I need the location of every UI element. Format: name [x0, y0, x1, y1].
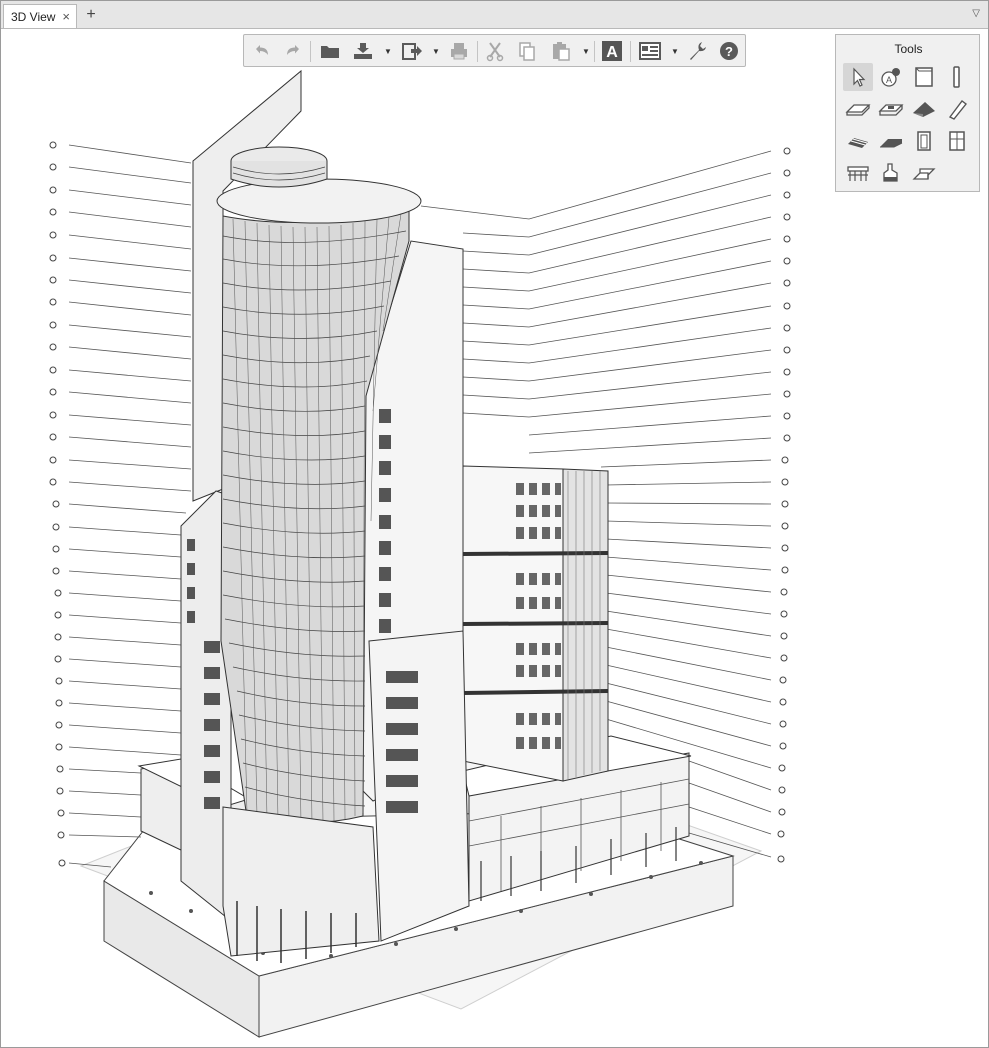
import-button[interactable] [350, 38, 376, 64]
layout-icon [639, 42, 661, 60]
column-tool[interactable] [942, 63, 972, 91]
level-lines-left [68, 144, 192, 868]
annotate-tool[interactable]: A [876, 63, 906, 91]
object-icon [883, 163, 898, 182]
roof-icon [913, 102, 935, 117]
roof-tool[interactable] [909, 95, 939, 123]
undo-icon [256, 45, 268, 55]
paste-dropdown[interactable]: ▼ [582, 47, 590, 56]
wall-tool[interactable] [909, 63, 939, 91]
import-icon [354, 43, 372, 59]
redo-button[interactable] [280, 38, 306, 64]
window-tool[interactable] [942, 127, 972, 155]
cut-button[interactable] [482, 38, 508, 64]
annotate-icon: A [881, 68, 900, 87]
export-icon [402, 43, 422, 60]
toolbar-separator [477, 41, 478, 62]
tab-label: 3D View [11, 9, 56, 24]
wall-icon [915, 67, 933, 87]
object-tool[interactable] [876, 159, 906, 187]
shell-tool[interactable] [909, 159, 939, 187]
print-icon [451, 43, 467, 60]
redo-icon [287, 45, 299, 55]
tools-panel: Tools A [835, 34, 980, 192]
undo-button[interactable] [249, 38, 275, 64]
tab-bar: 3D View × + ▽ [1, 1, 988, 29]
select-tool[interactable] [843, 63, 873, 91]
paste-button[interactable] [548, 38, 574, 64]
railing-icon [948, 100, 967, 120]
toolbar-separator [594, 41, 595, 62]
curtain-wall-icon [847, 166, 869, 181]
import-dropdown[interactable]: ▼ [384, 47, 392, 56]
tab-menu-icon[interactable]: ▽ [972, 8, 980, 19]
slab-icon [845, 104, 871, 116]
svg-text:A: A [606, 44, 618, 61]
beam-icon [878, 104, 904, 116]
paste-icon [553, 42, 570, 61]
layout-button[interactable] [637, 38, 663, 64]
main-toolbar: ▼ ▼ ▼ A ▼ ? [243, 34, 746, 67]
svg-text:A: A [886, 75, 892, 85]
toolbar-separator [310, 41, 311, 62]
select-icon [853, 67, 866, 87]
settings-icon [690, 42, 706, 60]
beam-tool[interactable] [876, 95, 906, 123]
print-button[interactable] [446, 38, 472, 64]
svg-text:?: ? [725, 44, 733, 59]
help-icon: ? [720, 42, 738, 60]
copy-button[interactable] [514, 38, 540, 64]
railing-tool[interactable] [942, 95, 972, 123]
window-icon [949, 131, 965, 151]
open-button[interactable] [317, 38, 343, 64]
tab-3d-view[interactable]: 3D View × [3, 4, 77, 28]
cut-icon [486, 42, 504, 62]
settings-button[interactable] [684, 38, 710, 64]
toolbar-separator [630, 41, 631, 62]
slab-tool[interactable] [843, 95, 873, 123]
export-button[interactable] [399, 38, 425, 64]
shell-icon [912, 168, 936, 180]
column-icon [953, 66, 960, 88]
text-icon: A [602, 41, 622, 61]
tools-panel-title: Tools [894, 42, 923, 56]
open-icon [321, 46, 339, 58]
door-icon [917, 131, 931, 151]
add-tab-button[interactable]: + [82, 5, 100, 25]
export-dropdown[interactable]: ▼ [432, 47, 440, 56]
ramp-tool[interactable] [876, 127, 906, 155]
copy-icon [519, 42, 535, 61]
door-tool[interactable] [909, 127, 939, 155]
text-button[interactable]: A [599, 38, 625, 64]
help-button[interactable]: ? [716, 38, 742, 64]
ramp-icon [880, 139, 903, 148]
stair-icon [848, 138, 868, 148]
close-icon[interactable]: × [62, 9, 70, 24]
3d-view-window: 3D View × + ▽ ▼ ▼ ▼ A ▼ ? Tools A [0, 0, 989, 1048]
curtain-wall-tool[interactable] [843, 159, 873, 187]
layout-dropdown[interactable]: ▼ [671, 47, 679, 56]
stair-tool[interactable] [843, 127, 873, 155]
